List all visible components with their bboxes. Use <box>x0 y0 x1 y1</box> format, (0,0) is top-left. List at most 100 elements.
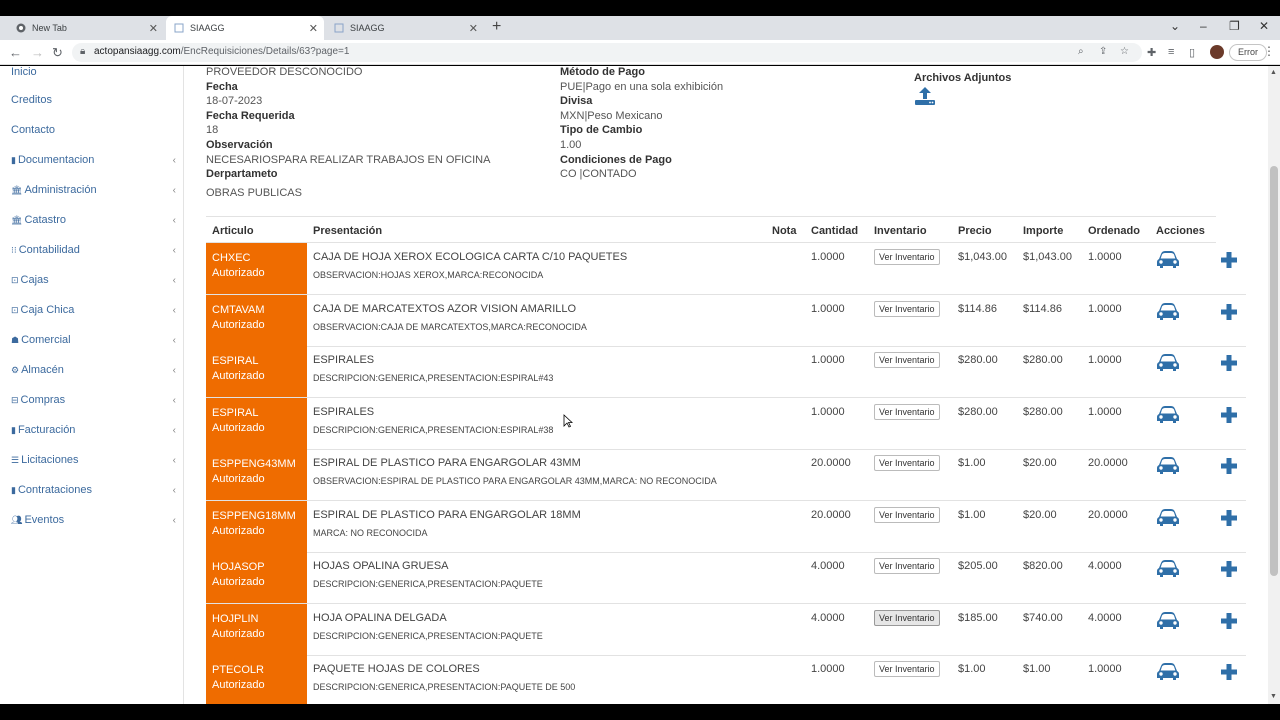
fecha-label: Fecha <box>206 81 238 93</box>
car-icon[interactable] <box>1156 353 1180 373</box>
table-row: ESPIRAL Autorizado ESPIRALES DESCRIPCION:GE… <box>206 397 1246 450</box>
presentacion-text: PAQUETE HOJAS DE COLORES <box>313 663 480 675</box>
ver-inventario-button[interactable]: Ver Inventario <box>874 300 940 317</box>
add-plus-icon[interactable] <box>1219 456 1239 476</box>
add-plus-icon[interactable] <box>1219 508 1239 528</box>
table-header: Articulo Presentación Nota Cantidad Inve… <box>206 216 1216 243</box>
sidebar-item-compras[interactable]: ⊟ Compras ‹ <box>11 394 176 406</box>
ver-inventario-button[interactable]: Ver Inventario <box>874 249 940 265</box>
media-icon[interactable]: ≡ <box>1168 46 1174 58</box>
chevron-left-icon: ‹ <box>172 274 176 286</box>
sidebar-item-caja-chica[interactable]: ⊡ Caja Chica ‹ <box>11 304 176 316</box>
scroll-down-icon[interactable]: ▼ <box>1270 693 1277 700</box>
menu-kebab-icon[interactable]: ⋮ <box>1263 44 1275 58</box>
ordenado-value: 20.0000 <box>1088 457 1128 469</box>
star-icon[interactable]: ☆ <box>1120 46 1129 57</box>
back-arrow-icon[interactable]: ← <box>9 45 22 60</box>
close-tab-icon[interactable]: ✕ <box>309 22 318 35</box>
description-text: DESCRIPCION:GENERICA,PRESENTACION:PAQUET… <box>313 579 543 589</box>
ver-inventario-button[interactable]: Ver Inventario <box>874 558 940 574</box>
sidebar-item-cajas[interactable]: ⊡ Cajas ‹ <box>11 274 176 286</box>
car-icon[interactable] <box>1156 559 1180 579</box>
sidebar-item-facturacion[interactable]: ▮ Facturación ‹ <box>11 424 176 436</box>
article-status: Autorizado <box>212 267 265 279</box>
sidebar-item-eventos[interactable]: 👥︎ Eventos ‹ <box>11 514 176 526</box>
metodo-pago-value: PUE|Pago en una sola exhibición <box>560 81 724 93</box>
sidebar-item-contacto[interactable]: Contacto <box>11 124 176 136</box>
car-icon[interactable] <box>1156 250 1180 270</box>
url-field[interactable]: 🔒︎ actopansiaagg.com/EncRequisiciones/De… <box>72 43 1142 62</box>
car-icon[interactable] <box>1156 405 1180 425</box>
sidebar-item-contabilidad[interactable]: ⁝⁝ Contabilidad ‹ <box>11 244 176 256</box>
article-code-cell: CHXEC Autorizado <box>206 243 307 294</box>
ordenado-value: 4.0000 <box>1088 560 1122 572</box>
article-status: Autorizado <box>212 473 265 485</box>
reload-icon[interactable]: ↻ <box>52 45 63 61</box>
add-plus-icon[interactable] <box>1219 662 1239 682</box>
sidebar-item-licitaciones[interactable]: ☰ Licitaciones ‹ <box>11 454 176 466</box>
sidebar-item-documentacion[interactable]: ▮ Documentacion ‹ <box>11 154 176 166</box>
error-button[interactable]: Error <box>1229 44 1267 61</box>
add-plus-icon[interactable] <box>1219 405 1239 425</box>
header-acciones: Acciones <box>1156 225 1205 237</box>
car-icon[interactable] <box>1156 662 1180 682</box>
minimize-icon[interactable]: – <box>1200 19 1207 33</box>
chevron-left-icon: ‹ <box>172 304 176 316</box>
add-plus-icon[interactable] <box>1219 302 1239 322</box>
close-window-icon[interactable]: ✕ <box>1259 19 1269 33</box>
chevron-left-icon: ‹ <box>172 394 176 406</box>
ver-inventario-button[interactable]: Ver Inventario <box>874 455 940 471</box>
sidebar-item-almacen[interactable]: ⚙︎ Almacén ‹ <box>11 364 176 376</box>
sidebar-item-contrataciones[interactable]: ▮ Contrataciones ‹ <box>11 484 176 496</box>
article-status: Autorizado <box>212 524 265 537</box>
extensions-puzzle-icon[interactable]: ✚ <box>1147 46 1156 59</box>
tab-new-tab[interactable]: New Tab ✕ <box>8 16 164 40</box>
sidebar-item-catastro[interactable]: 🏛︎ Catastro ‹ <box>11 214 176 226</box>
ver-inventario-button[interactable]: Ver Inventario <box>874 609 940 626</box>
car-icon[interactable] <box>1156 611 1180 631</box>
page-icon <box>174 23 184 33</box>
share-icon[interactable]: ⇪ <box>1099 46 1107 57</box>
car-icon[interactable] <box>1156 456 1180 476</box>
cantidad-value: 20.0000 <box>811 508 851 521</box>
sidebar-item-label: Eventos <box>24 514 65 526</box>
ver-inventario-button[interactable]: Ver Inventario <box>874 506 940 523</box>
add-plus-icon[interactable] <box>1219 611 1239 631</box>
close-tab-icon[interactable]: ✕ <box>149 22 158 35</box>
new-tab-plus-icon[interactable]: + <box>492 18 501 36</box>
car-icon[interactable] <box>1156 302 1180 322</box>
sidebar-item-comercial[interactable]: ☗ Comercial ‹ <box>11 334 176 346</box>
page-scrollbar[interactable]: ▲ ▼ <box>1268 66 1280 704</box>
side-panel-icon[interactable]: ▯ <box>1189 46 1195 59</box>
tab-siaagg-active[interactable]: SIAAGG ✕ <box>166 16 324 40</box>
observacion-label: Observación <box>206 139 273 151</box>
tab-siaagg[interactable]: SIAAGG ✕ <box>326 16 484 40</box>
address-bar-row: ← → ↻ 🔒︎ actopansiaagg.com/EncRequisicio… <box>0 40 1280 65</box>
importe-value: $280.00 <box>1023 354 1063 366</box>
add-plus-icon[interactable] <box>1219 559 1239 579</box>
maximize-icon[interactable]: ❐ <box>1229 19 1240 33</box>
precio-value: $205.00 <box>958 560 998 572</box>
ordenado-value: 1.0000 <box>1088 663 1122 675</box>
car-icon[interactable] <box>1156 508 1180 528</box>
zoom-icon[interactable]: ⌕ <box>1078 46 1084 57</box>
forward-arrow-icon[interactable]: → <box>31 45 44 60</box>
add-plus-icon[interactable] <box>1219 353 1239 373</box>
sidebar-item-creditos[interactable]: Creditos <box>11 94 176 106</box>
fecha-value: 18-07-2023 <box>206 95 263 107</box>
document-icon: ▮ <box>11 154 16 165</box>
sidebar-item-inicio[interactable]: Inicio <box>11 66 176 78</box>
upload-icon[interactable] <box>914 86 936 106</box>
profile-avatar[interactable] <box>1210 45 1224 59</box>
tab-search-chevron-icon[interactable]: ⌄ <box>1170 19 1180 33</box>
scroll-up-icon[interactable]: ▲ <box>1270 69 1277 76</box>
close-tab-icon[interactable]: ✕ <box>469 22 478 35</box>
add-plus-icon[interactable] <box>1219 250 1239 270</box>
ver-inventario-button[interactable]: Ver Inventario <box>874 403 940 420</box>
scrollbar-thumb[interactable] <box>1270 166 1278 576</box>
chevron-left-icon: ‹ <box>172 244 176 256</box>
ver-inventario-button[interactable]: Ver Inventario <box>874 661 940 677</box>
sidebar-item-administracion[interactable]: 🏛︎ Administración ‹ <box>11 184 176 196</box>
store-icon: ☗ <box>11 334 20 345</box>
ver-inventario-button[interactable]: Ver Inventario <box>874 352 940 368</box>
